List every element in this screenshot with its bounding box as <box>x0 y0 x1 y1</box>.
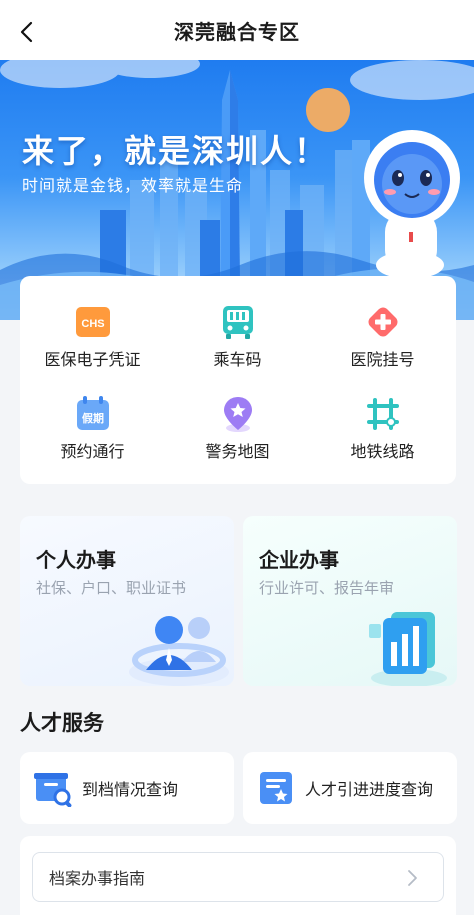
quick-service-label: 乘车码 <box>213 350 262 369</box>
holiday-icon-text: 假期 <box>82 411 104 425</box>
quick-service-metro-line[interactable]: 地铁线路 <box>310 368 455 464</box>
quick-service-chs[interactable]: CHS 医保电子凭证 <box>20 276 165 372</box>
quick-service-label: 预约通行 <box>60 442 125 461</box>
people-group-icon <box>129 616 229 686</box>
guide-card: 档案办事指南 <box>20 836 456 915</box>
hospital-icon <box>368 307 397 337</box>
personal-services-card[interactable]: 个人办事 社保、户口、职业证书 <box>20 516 234 686</box>
quick-service-label: 医院挂号 <box>350 350 415 369</box>
bus-icon <box>222 306 253 339</box>
banner-slogan: 来了，就是深圳人！ <box>22 132 329 170</box>
quick-service-hospital[interactable]: 医院挂号 <box>310 276 455 372</box>
bar-chart-icon <box>369 612 447 686</box>
quick-service-label: 医保电子凭证 <box>44 350 141 369</box>
quick-service-label: 警务地图 <box>205 442 270 461</box>
quick-service-police-map[interactable]: 警务地图 <box>165 368 310 464</box>
enterprise-services-desc: 行业许可、报告年审 <box>259 579 395 597</box>
quick-service-label: 地铁线路 <box>350 442 415 461</box>
personal-services-title: 个人办事 <box>36 548 116 572</box>
quick-service-bus-code[interactable]: 乘车码 <box>165 276 310 372</box>
talent-item-label: 人才引进进度查询 <box>305 780 434 799</box>
archive-guide-item[interactable]: 档案办事指南 <box>32 852 444 902</box>
talent-archive-query[interactable]: 到档情况查询 <box>20 752 234 824</box>
chevron-right-icon <box>408 870 417 886</box>
chevron-left-icon <box>20 21 33 43</box>
robot-mascot <box>364 130 460 279</box>
talent-item-label: 到档情况查询 <box>82 780 179 799</box>
police-map-pin-icon <box>223 397 252 432</box>
chs-icon-text: CHS <box>81 318 104 330</box>
quick-service-booking-pass[interactable]: 假期 预约通行 <box>20 368 165 464</box>
quick-services-card: CHS 医保电子凭证 乘车码 医院挂号 假期 预约通行 警务地图 地铁线路 <box>20 276 456 484</box>
archive-guide-label: 档案办事指南 <box>49 869 146 888</box>
nav-bar: 深莞融合专区 <box>0 0 474 60</box>
page-title: 深莞融合专区 <box>174 19 300 44</box>
talent-introduction-progress[interactable]: 人才引进进度查询 <box>243 752 457 824</box>
chs-icon: CHS <box>75 307 110 337</box>
certificate-icon <box>260 772 292 804</box>
back-button[interactable] <box>14 18 42 46</box>
talent-section-title: 人才服务 <box>20 711 104 735</box>
enterprise-services-title: 企业办事 <box>259 548 339 572</box>
enterprise-services-card[interactable]: 企业办事 行业许可、报告年审 <box>243 516 457 686</box>
personal-services-desc: 社保、户口、职业证书 <box>36 579 187 597</box>
holiday-calendar-icon: 假期 <box>76 396 109 430</box>
banner-subtitle: 时间就是金钱，效率就是生命 <box>22 176 244 195</box>
archive-search-icon <box>34 773 72 807</box>
metro-line-icon <box>366 398 399 430</box>
